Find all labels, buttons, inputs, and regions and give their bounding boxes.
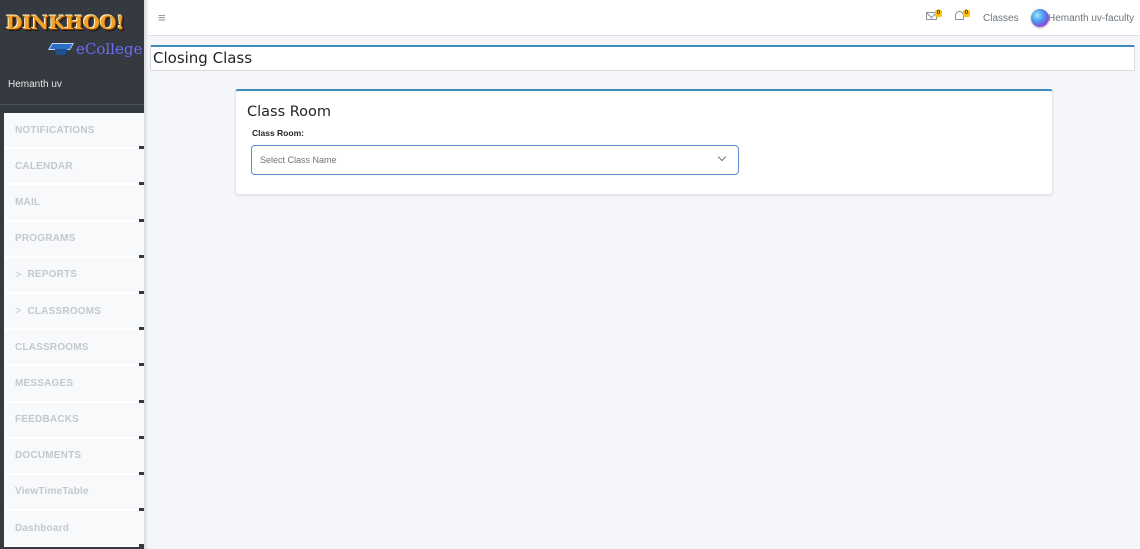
sidebar-item-view-time-table[interactable]: ViewTimeTable (4, 474, 144, 512)
sidebar: DINKHOO! eCollege Hemanth uv NOTIFICATIO… (0, 0, 144, 549)
sidebar-item-messages[interactable]: MESSAGES (4, 366, 144, 403)
sidebar-divider (0, 104, 144, 105)
profile-menu[interactable]: Hemanth uv-faculty (1048, 13, 1134, 24)
sidebar-item-label: CLASSROOMS (27, 305, 102, 317)
sidebar-item-label: REPORTS (27, 269, 78, 281)
sidebar-item-mail[interactable]: MAIL (4, 185, 144, 222)
class-name-select[interactable]: Select Class Name (251, 145, 739, 175)
mail-count-badge: 0 (935, 10, 942, 17)
sidebar-item-programs[interactable]: PROGRAMS (4, 221, 144, 258)
sidebar-item-calendar[interactable]: CALENDAR (4, 149, 144, 186)
user-avatar[interactable] (1031, 9, 1049, 27)
sidebar-item-documents[interactable]: DOCUMENTS (4, 438, 144, 476)
page-header: Closing Class (150, 45, 1135, 71)
sidebar-item-label: FEEDBACKS (15, 414, 80, 426)
sidebar-item-label: MESSAGES (15, 377, 74, 389)
sidebar-item-label: CLASSROOMS (15, 341, 89, 353)
sidebar-edge (144, 0, 148, 549)
card-title: Class Room (247, 104, 332, 120)
top-navbar: ≡ 0 0 Classes Hemanth uv-faculty (148, 0, 1140, 36)
sidebar-item-label: DOCUMENTS (15, 450, 82, 462)
sidebar-item-label: PROGRAMS (15, 233, 76, 245)
chevron-right-icon: > (15, 305, 22, 318)
sidebar-item-label: MAIL (15, 196, 41, 208)
page-title: Closing Class (153, 49, 253, 67)
sidebar-item-label: NOTIFICATIONS (15, 124, 95, 136)
sidebar-item-classrooms[interactable]: CLASSROOMS (4, 330, 144, 367)
sidebar-nav: NOTIFICATIONS CALENDAR MAIL PROGRAMS > RE… (4, 113, 144, 548)
notification-count-badge: 0 (963, 10, 970, 17)
class-room-card: Class Room Class Room: Select Class Name (235, 89, 1053, 195)
graduation-cap-icon (47, 41, 75, 57)
sidebar-item-feedbacks[interactable]: FEEDBACKS (4, 402, 144, 439)
sidebar-user-name[interactable]: Hemanth uv (8, 79, 62, 90)
chevron-right-icon: > (15, 268, 22, 281)
brand-logo[interactable]: DINKHOO! eCollege (0, 0, 144, 68)
brand-subtitle-group: eCollege (47, 40, 143, 58)
brand-name: DINKHOO! (6, 12, 125, 34)
sidebar-item-label: CALENDAR (15, 160, 73, 172)
sidebar-item-label: ViewTimeTable (15, 486, 89, 498)
sidebar-item-dashboard[interactable]: Dashboard (4, 511, 144, 548)
sidebar-item-notifications[interactable]: NOTIFICATIONS (4, 113, 144, 150)
sidebar-item-reports[interactable]: > REPORTS (4, 257, 144, 295)
class-room-label: Class Room: (252, 128, 304, 138)
chevron-down-icon (717, 152, 727, 162)
hamburger-menu-icon[interactable]: ≡ (158, 10, 166, 25)
classes-link[interactable]: Classes (983, 13, 1019, 24)
sidebar-item-label: Dashboard (15, 522, 70, 534)
sidebar-item-classrooms-group[interactable]: > CLASSROOMS (4, 293, 144, 331)
select-placeholder: Select Class Name (260, 155, 337, 165)
brand-subtitle: eCollege (76, 40, 143, 58)
